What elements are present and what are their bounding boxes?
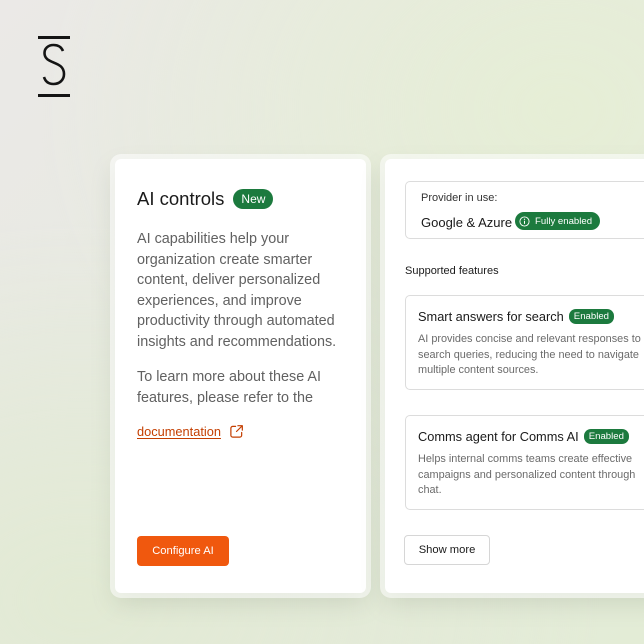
logo-s-glyph — [42, 43, 66, 86]
configure-ai-button[interactable]: Configure AI — [137, 536, 229, 566]
feature-header: Comms agent for Comms AI Enabled — [418, 429, 629, 444]
ai-provider-card: Provider in use: Google & Azure Fully en… — [385, 159, 644, 593]
feature-name: Comms agent for Comms AI — [418, 429, 579, 444]
provider-label: Provider in use: — [421, 192, 498, 204]
new-badge: New — [233, 189, 274, 209]
logo-bottom-bar — [38, 94, 70, 97]
documentation-link-label[interactable]: documentation — [137, 424, 221, 439]
info-icon — [519, 215, 530, 227]
fully-enabled-badge: Fully enabled — [515, 212, 601, 230]
ai-controls-card: AI controls New AI capabilities help you… — [115, 159, 366, 593]
documentation-link[interactable]: documentation — [137, 424, 244, 439]
show-more-button[interactable]: Show more — [404, 535, 490, 565]
feature-description: Helps internal comms teams create effect… — [418, 453, 636, 497]
feature-name: Smart answers for search — [418, 309, 564, 324]
provider-box: Provider in use: Google & Azure Fully en… — [405, 181, 644, 239]
feature-card: Smart answers for search Enabled AI prov… — [405, 295, 644, 390]
enabled-badge: Enabled — [568, 309, 615, 324]
ai-controls-header: AI controls New — [137, 188, 274, 210]
enabled-badge: Enabled — [583, 429, 629, 444]
supported-features-heading: Supported features — [405, 265, 499, 277]
feature-header: Smart answers for search Enabled — [418, 309, 615, 324]
ai-controls-title: AI controls — [137, 188, 225, 209]
s-logo-icon — [37, 36, 71, 98]
ai-controls-description: AI capabilities help your organization c… — [137, 231, 337, 350]
learn-more-text: To learn more about these AI features, p… — [137, 369, 321, 406]
provider-name: Google & Azure — [421, 215, 513, 230]
external-link-icon — [230, 425, 243, 438]
feature-card: Comms agent for Comms AI Enabled Helps i… — [405, 415, 644, 510]
feature-description: AI provides concise and relevant respons… — [418, 333, 641, 377]
fully-enabled-label: Fully enabled — [535, 215, 593, 227]
